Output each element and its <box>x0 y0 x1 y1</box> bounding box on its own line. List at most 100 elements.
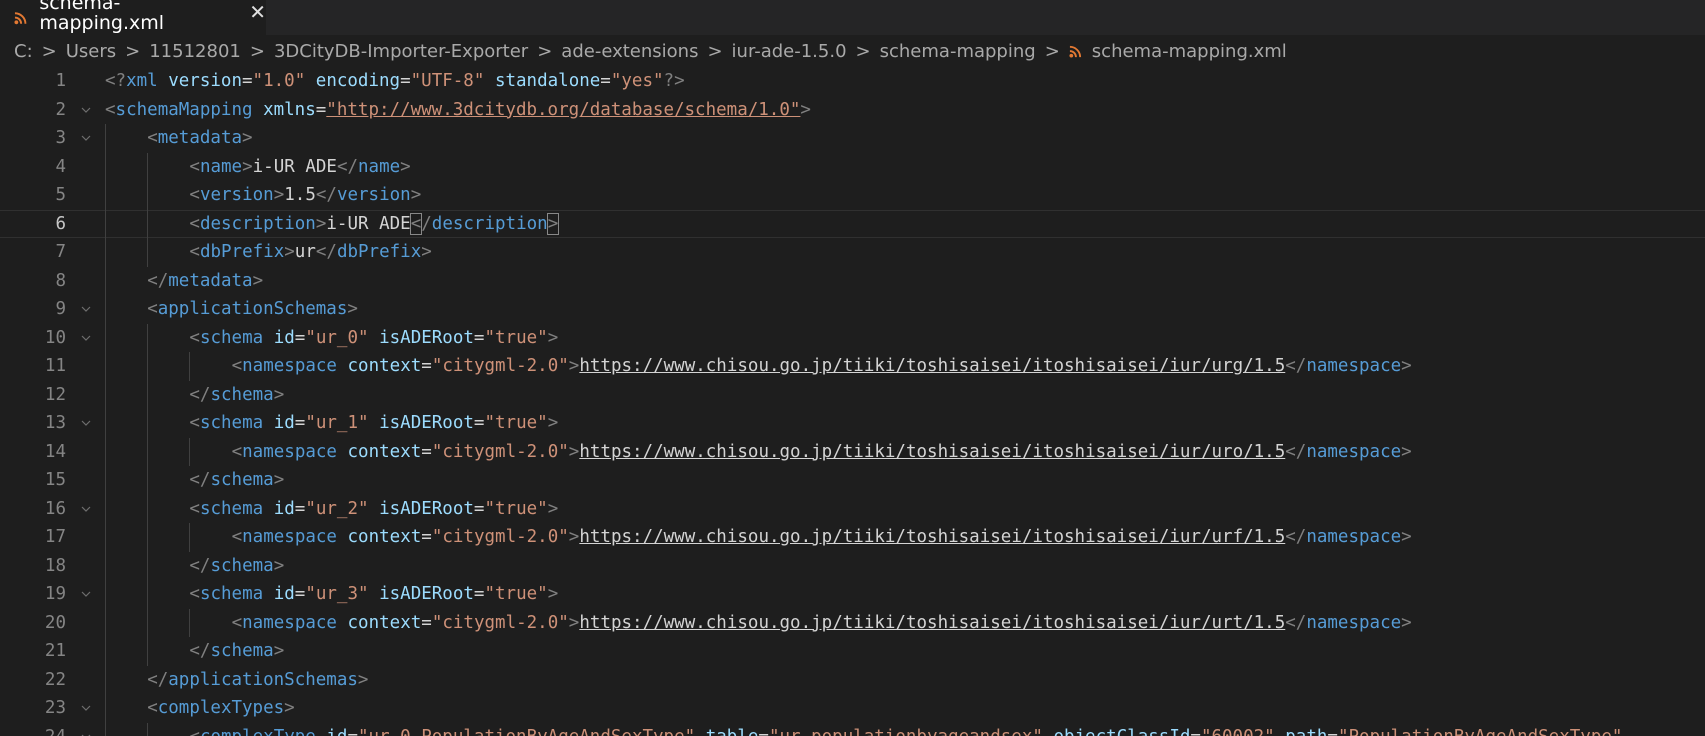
code-line[interactable]: 15 </schema> <box>0 466 1705 495</box>
breadcrumb-item[interactable]: schema-mapping <box>880 41 1036 62</box>
code-token: </ <box>189 641 211 661</box>
breadcrumb-item[interactable]: 3DCityDB-Importer-Exporter <box>274 41 528 62</box>
indent-guide <box>147 722 149 736</box>
tab-schema-mapping[interactable]: schema-mapping.xml ✕ <box>0 0 266 35</box>
code-token: < <box>189 413 200 433</box>
code-line[interactable]: 17 <namespace context="citygml-2.0">https… <box>0 523 1705 552</box>
code-token: id <box>326 727 347 736</box>
code-text: <schema id="ur_3" isADERoot="true"> <box>189 580 558 609</box>
code-token: > <box>568 612 580 633</box>
line-number: 20 <box>44 612 66 633</box>
code-token: = <box>400 71 411 91</box>
breadcrumb-item[interactable]: Users <box>66 41 116 62</box>
code-line[interactable]: 20 <namespace context="citygml-2.0">https… <box>0 608 1705 638</box>
code-token: < <box>409 212 423 235</box>
code-line[interactable]: 2 <schemaMapping xmlns="http://www.3dcity… <box>0 96 1705 125</box>
indent-guide <box>105 380 106 409</box>
code-token: encoding <box>315 71 401 91</box>
code-line[interactable]: 22 </applicationSchemas> <box>0 665 1705 694</box>
code-token: version <box>199 185 274 205</box>
code-token: < <box>147 299 158 319</box>
breadcrumb-item[interactable]: ade-extensions <box>561 41 698 62</box>
code-token: namespace <box>1306 356 1402 376</box>
code-line[interactable]: 14 <namespace context="citygml-2.0">https… <box>0 437 1705 467</box>
code-token: id <box>273 584 295 604</box>
breadcrumb-item[interactable]: C: <box>14 41 33 62</box>
code-line[interactable]: 13 <schema id="ur_1" isADERoot="true"> <box>0 409 1705 438</box>
code-token: standalone <box>494 71 601 91</box>
code-editor[interactable]: 1 <?xml version="1.0" encoding="UTF-8" st… <box>0 67 1705 736</box>
code-text: <?xml version="1.0" encoding="UTF-8" sta… <box>105 67 685 96</box>
indent-guide <box>189 523 191 552</box>
code-token: > <box>1401 356 1412 376</box>
indent-guide <box>105 323 106 352</box>
code-text: <namespace context="citygml-2.0">https:/… <box>232 438 1412 467</box>
code-line[interactable]: 8 </metadata> <box>0 266 1705 295</box>
code-line[interactable]: 4 <name>i-UR ADE</name> <box>0 152 1705 182</box>
breadcrumb-item[interactable]: iur-ade-1.5.0 <box>732 41 847 62</box>
line-number: 4 <box>55 156 66 177</box>
indent-guide <box>105 437 106 466</box>
code-token: > <box>357 669 369 690</box>
code-line[interactable]: 11 <namespace context="citygml-2.0">https… <box>0 352 1705 381</box>
code-token: </ <box>1285 441 1307 462</box>
code-line[interactable]: 6 <description>i-UR ADE</description> <box>0 209 1705 239</box>
code-token: > <box>347 299 358 319</box>
line-number: 12 <box>44 384 66 405</box>
code-token: isADERoot <box>379 413 474 433</box>
code-token: = <box>1190 727 1201 736</box>
line-number: 10 <box>44 327 66 348</box>
code-text: <description>i-UR ADE</description> <box>189 210 560 239</box>
code-line[interactable]: 3 <metadata> <box>0 124 1705 153</box>
code-token: </ <box>147 669 169 690</box>
code-text: <name>i-UR ADE</name> <box>189 153 410 182</box>
breadcrumb-item[interactable]: 11512801 <box>149 41 241 62</box>
code-token: dbPrefix <box>199 242 285 262</box>
indent-guide <box>147 608 149 637</box>
code-line[interactable]: 5 <version>1.5</version> <box>0 181 1705 210</box>
line-number: 24 <box>0 723 66 736</box>
code-line[interactable]: 12 </schema> <box>0 380 1705 409</box>
indent-guide <box>147 181 149 210</box>
code-token: schema <box>210 384 274 405</box>
code-line[interactable]: 18 </schema> <box>0 551 1705 580</box>
code-token: version <box>168 71 242 91</box>
indent-guide <box>147 209 149 238</box>
code-line[interactable]: 10 <schema id="ur_0" isADERoot="true"> <box>0 323 1705 352</box>
code-token: > <box>568 356 580 376</box>
breadcrumb-separator: > <box>249 40 265 62</box>
code-token: = <box>421 612 432 633</box>
code-token: namespace <box>1306 612 1402 633</box>
code-line[interactable]: 9 <applicationSchemas> <box>0 295 1705 324</box>
code-token: https://www.chisou.go.jp/tiiki/toshisais… <box>579 356 1286 376</box>
code-token: > <box>284 242 295 262</box>
rss-icon <box>14 11 27 24</box>
code-line[interactable]: 19 <schema id="ur_3" isADERoot="true"> <box>0 580 1705 609</box>
code-token: </ <box>189 470 211 490</box>
code-token: https://www.chisou.go.jp/tiiki/toshisais… <box>579 527 1286 547</box>
code-line[interactable]: 1 <?xml version="1.0" encoding="UTF-8" st… <box>0 67 1705 96</box>
close-icon[interactable]: ✕ <box>249 0 266 24</box>
line-number: 2 <box>55 99 66 120</box>
code-line[interactable]: 23 <complexTypes> <box>0 694 1705 723</box>
indent-guide <box>105 694 106 723</box>
code-line[interactable]: 21 </schema> <box>0 637 1705 666</box>
code-token: namespace <box>1306 441 1402 462</box>
indent-guide <box>147 523 149 552</box>
code-line[interactable]: 24<complexType id="ur_0_PopulationByAgeA… <box>0 722 1705 736</box>
code-token: > <box>547 413 559 433</box>
code-text: <namespace context="citygml-2.0">https:/… <box>232 609 1412 638</box>
code-line[interactable]: 16 <schema id="ur_2" isADERoot="true"> <box>0 494 1705 523</box>
breadcrumb-item-file[interactable]: schema-mapping.xml <box>1069 41 1287 62</box>
code-text: <dbPrefix>ur</dbPrefix> <box>189 238 431 267</box>
code-token: > <box>568 441 580 462</box>
code-token: > <box>546 212 560 235</box>
fold-chevron-icon[interactable] <box>80 723 92 736</box>
indent-guide <box>147 437 149 466</box>
code-line[interactable]: 7 <dbPrefix>ur</dbPrefix> <box>0 238 1705 267</box>
code-token: "PopulationByAgeAndSexType" <box>1338 727 1622 736</box>
